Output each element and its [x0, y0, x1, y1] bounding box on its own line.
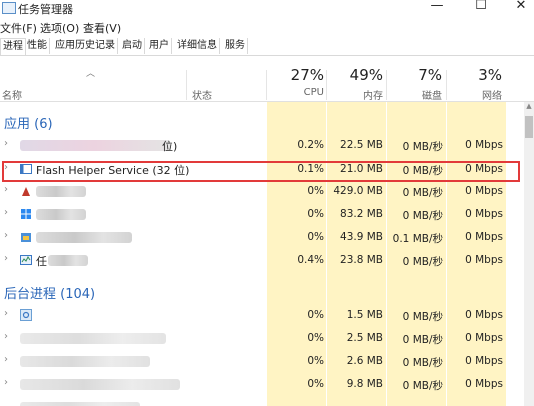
gear-icon: [20, 309, 32, 321]
maximize-button[interactable]: ☐: [466, 0, 496, 14]
tab-processes[interactable]: 进程: [0, 38, 26, 55]
expand-chevron-icon[interactable]: ›: [4, 184, 8, 195]
expand-chevron-icon[interactable]: ›: [4, 308, 8, 319]
expand-chevron-icon[interactable]: ›: [4, 230, 8, 241]
task-manager-icon: [2, 2, 16, 14]
menu-file[interactable]: 文件(F): [0, 20, 37, 36]
app-icon: [22, 187, 30, 196]
column-memory[interactable]: 内存: [323, 87, 383, 102]
table-row[interactable]: › 0% 9.8 MB 0 MB/秒 0 Mbps: [0, 373, 524, 396]
table-row[interactable]: › 位) 0.2% 22.5 MB 0 MB/秒 0 Mbps: [0, 134, 524, 157]
disk-total[interactable]: 7%: [382, 66, 442, 84]
column-cpu[interactable]: CPU: [264, 87, 324, 98]
highlight-annotation: [2, 161, 520, 182]
task-manager-icon: [20, 255, 32, 265]
expand-chevron-icon[interactable]: ›: [4, 138, 8, 149]
memory-total[interactable]: 49%: [323, 66, 383, 84]
group-background[interactable]: 后台进程 (104): [4, 283, 95, 302]
table-row[interactable]: › 0% 83.2 MB 0 MB/秒 0 Mbps: [0, 203, 524, 226]
app-icon: [21, 209, 31, 219]
table-row[interactable]: › 0% 43.9 MB 0.1 MB/秒 0 Mbps: [0, 226, 524, 249]
expand-chevron-icon[interactable]: ›: [4, 377, 8, 388]
tab-users[interactable]: 用户: [147, 38, 172, 54]
process-grid: ︿ 名称 状态 27% CPU 49% 内存 7% 磁盘 3% 网络 应用 (6…: [0, 56, 534, 406]
title-bar: 任务管理器 — ☐ ✕: [0, 0, 534, 16]
column-network[interactable]: 网络: [442, 87, 502, 102]
close-button[interactable]: ✕: [506, 0, 534, 14]
menu-view[interactable]: 查看(V): [83, 20, 121, 36]
tab-startup[interactable]: 启动: [120, 38, 145, 54]
table-row[interactable]: › 0% 429.0 MB 0 MB/秒 0 Mbps: [0, 180, 524, 203]
minimize-button[interactable]: —: [422, 0, 452, 14]
cpu-total[interactable]: 27%: [264, 66, 324, 84]
expand-chevron-icon[interactable]: ›: [4, 354, 8, 365]
table-row[interactable]: › 0% 2.5 MB 0 MB/秒 0 Mbps: [0, 327, 524, 350]
menu-options[interactable]: 选项(O): [40, 20, 79, 36]
menu-bar: 文件(F) 选项(O) 查看(V): [0, 18, 534, 36]
network-total[interactable]: 3%: [442, 66, 502, 84]
expand-chevron-icon[interactable]: ›: [4, 331, 8, 342]
table-row[interactable]: › 0% 1.5 MB 0 MB/秒 0 Mbps: [0, 304, 524, 327]
window-title: 任务管理器: [18, 3, 73, 16]
tab-details[interactable]: 详细信息: [175, 38, 220, 54]
tab-services[interactable]: 服务: [223, 38, 248, 54]
table-row[interactable]: › 任 0.4% 23.8 MB 0 MB/秒 0 Mbps: [0, 249, 524, 272]
tab-app-history[interactable]: 应用历史记录: [53, 38, 118, 54]
table-row[interactable]: [0, 396, 524, 406]
column-status[interactable]: 状态: [192, 87, 212, 102]
table-row[interactable]: › 0% 2.6 MB 0 MB/秒 0 Mbps: [0, 350, 524, 373]
app-icon: [21, 233, 31, 242]
scroll-up-icon[interactable]: ▲: [524, 102, 534, 112]
group-apps[interactable]: 应用 (6): [4, 113, 53, 132]
scroll-thumb[interactable]: [525, 116, 533, 138]
column-disk[interactable]: 磁盘: [382, 87, 442, 102]
sort-caret-icon: ︿: [86, 69, 96, 79]
tab-strip: 进程 性能 应用历史记录 启动 用户 详细信息 服务: [0, 37, 534, 56]
column-name[interactable]: 名称: [2, 87, 22, 102]
vertical-scrollbar[interactable]: ▲: [524, 102, 534, 406]
expand-chevron-icon[interactable]: ›: [4, 207, 8, 218]
tab-performance[interactable]: 性能: [25, 38, 50, 54]
expand-chevron-icon[interactable]: ›: [4, 253, 8, 264]
column-header: ︿ 名称 状态 27% CPU 49% 内存 7% 磁盘 3% 网络: [0, 56, 534, 102]
